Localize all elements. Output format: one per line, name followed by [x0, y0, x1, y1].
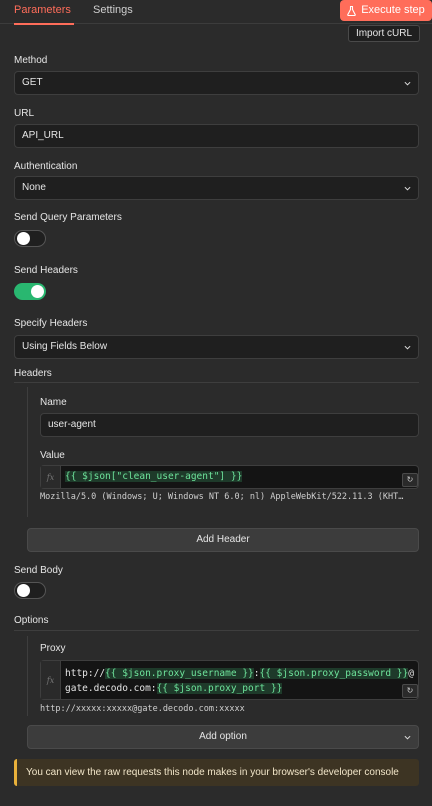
- url-value: API_URL: [22, 130, 64, 141]
- refresh-icon[interactable]: ↻: [402, 684, 418, 698]
- chevron-down-icon: [404, 81, 411, 86]
- proxy-expression-input[interactable]: fx http://{{ $json.proxy_username }}:{{ …: [40, 660, 419, 700]
- method-select[interactable]: GET: [14, 71, 419, 95]
- header-item-line: [27, 387, 28, 517]
- header-value-expression: {{ $json["clean_user-agent"] }}: [65, 471, 243, 482]
- header-name-value: user-agent: [48, 419, 96, 430]
- authentication-label: Authentication: [14, 161, 78, 172]
- specify-headers-select[interactable]: Using Fields Below: [14, 335, 419, 359]
- tab-settings[interactable]: Settings: [93, 0, 138, 24]
- fx-icon: fx: [41, 466, 61, 488]
- authentication-value: None: [22, 182, 46, 193]
- tab-parameters[interactable]: Parameters: [14, 0, 74, 25]
- method-value: GET: [22, 77, 43, 88]
- import-curl-button[interactable]: Import cURL: [348, 25, 420, 42]
- send-query-toggle[interactable]: [14, 230, 46, 247]
- refresh-icon[interactable]: ↻: [402, 473, 418, 487]
- options-label: Options: [14, 615, 49, 626]
- proxy-preview: http://xxxxx:xxxxx@gate.decodo.com:xxxxx: [40, 704, 245, 714]
- proxy-label: Proxy: [40, 643, 66, 654]
- proxy-port-expression: {{ $json.proxy_port }}: [156, 683, 283, 694]
- header-name-input[interactable]: user-agent: [40, 413, 419, 437]
- authentication-select[interactable]: None: [14, 176, 419, 200]
- send-body-label: Send Body: [14, 565, 63, 576]
- header-value-label: Value: [40, 450, 65, 461]
- headers-divider: [14, 382, 419, 383]
- proxy-colon: :: [253, 668, 260, 679]
- url-label: URL: [14, 108, 35, 119]
- specify-headers-label: Specify Headers: [14, 318, 88, 329]
- send-headers-label: Send Headers: [14, 265, 78, 276]
- proxy-scheme: http://: [65, 668, 106, 679]
- proxy-username-expression: {{ $json.proxy_username }}: [105, 668, 254, 679]
- chevron-down-icon: [404, 186, 411, 191]
- header-name-label: Name: [40, 397, 67, 408]
- toggle-knob: [31, 285, 44, 298]
- options-divider: [14, 630, 419, 631]
- flask-icon: [347, 5, 357, 16]
- developer-console-notice: You can view the raw requests this node …: [14, 759, 419, 786]
- send-headers-toggle[interactable]: [14, 283, 46, 300]
- execute-step-button[interactable]: Execute step: [340, 0, 432, 21]
- toggle-knob: [17, 584, 30, 597]
- proxy-password-expression: {{ $json.proxy_password }}: [259, 668, 409, 679]
- chevron-down-icon: [404, 345, 411, 350]
- toggle-knob: [17, 232, 30, 245]
- method-label: Method: [14, 55, 48, 66]
- url-input[interactable]: API_URL: [14, 124, 419, 148]
- execute-step-label: Execute step: [361, 4, 425, 16]
- add-option-label: Add option: [199, 731, 247, 742]
- headers-label: Headers: [14, 368, 52, 379]
- add-option-button[interactable]: Add option: [27, 725, 419, 749]
- fx-icon: fx: [41, 661, 61, 699]
- send-body-toggle[interactable]: [14, 582, 46, 599]
- specify-headers-value: Using Fields Below: [22, 341, 108, 352]
- chevron-down-icon: [404, 735, 411, 740]
- proxy-at: @: [408, 668, 414, 679]
- option-item-line: [27, 636, 28, 716]
- header-value-expression-input[interactable]: fx {{ $json["clean_user-agent"] }}: [40, 465, 419, 489]
- send-query-label: Send Query Parameters: [14, 212, 122, 223]
- header-value-preview: Mozilla/5.0 (Windows; U; Windows NT 6.0;…: [40, 492, 404, 502]
- proxy-host: gate.decodo.com:: [65, 683, 157, 694]
- add-header-button[interactable]: Add Header: [27, 528, 419, 552]
